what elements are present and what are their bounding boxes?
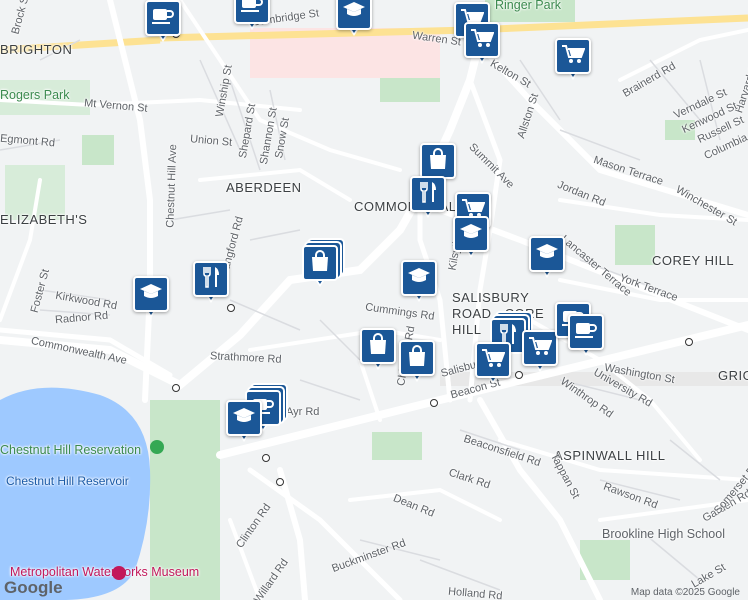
marker-box[interactable] xyxy=(302,245,338,281)
grocery-icon xyxy=(528,336,553,361)
transit-stop-icon[interactable] xyxy=(685,338,693,346)
neighborhood-label: GRIGGS PARK xyxy=(718,368,748,383)
poi-label: Brookline High School xyxy=(602,527,725,541)
marker-box[interactable] xyxy=(145,0,181,36)
map-marker[interactable] xyxy=(529,236,565,280)
map-marker[interactable] xyxy=(193,261,229,305)
cafe-icon xyxy=(152,7,174,30)
map-marker[interactable] xyxy=(410,176,446,220)
transit-stop-icon[interactable] xyxy=(172,384,180,392)
marker-box[interactable] xyxy=(568,314,604,350)
park-label: Rogers Park xyxy=(0,88,70,102)
transit-stop-icon[interactable] xyxy=(227,304,235,312)
google-logo: Google xyxy=(4,578,63,597)
map-marker[interactable] xyxy=(475,342,511,386)
transit-stop-icon[interactable] xyxy=(262,454,270,462)
marker-box[interactable] xyxy=(336,0,372,30)
map-marker[interactable] xyxy=(302,245,338,289)
school-icon xyxy=(342,1,366,24)
marker-box[interactable] xyxy=(555,38,591,74)
map-marker[interactable] xyxy=(360,328,396,372)
water-label: Chestnut Hill Reservoir xyxy=(6,474,129,488)
marker-box[interactable] xyxy=(360,328,396,364)
marker-box[interactable] xyxy=(399,340,435,376)
marker-box[interactable] xyxy=(234,0,270,24)
neighborhood-label: BRIGHTON xyxy=(0,42,73,57)
marker-box[interactable] xyxy=(401,260,437,296)
grocery-icon xyxy=(561,44,586,69)
map-marker[interactable] xyxy=(568,314,604,358)
map-marker[interactable] xyxy=(145,0,181,44)
neighborhood-label: COREY HILL xyxy=(652,253,735,268)
transit-stop-icon[interactable] xyxy=(276,478,284,486)
marker-box[interactable] xyxy=(420,143,456,179)
map-marker[interactable] xyxy=(234,0,270,32)
museum-icon xyxy=(112,566,126,580)
map-attribution: Map data ©2025 Google xyxy=(630,587,740,598)
marker-box[interactable] xyxy=(475,342,511,378)
cafe-icon xyxy=(575,321,597,344)
marker-box[interactable] xyxy=(133,276,169,312)
marker-box[interactable] xyxy=(522,330,558,366)
poi-label: Metropolitan Waterworks Museum xyxy=(10,565,200,579)
map-marker[interactable] xyxy=(336,0,372,38)
school-icon xyxy=(139,283,163,306)
restaurant-icon xyxy=(201,266,221,293)
map-marker[interactable] xyxy=(226,400,262,444)
marker-box[interactable] xyxy=(453,216,489,252)
map-marker[interactable] xyxy=(399,340,435,384)
shopping-icon xyxy=(428,147,448,175)
restaurant-icon xyxy=(418,181,438,208)
school-icon xyxy=(232,407,256,430)
marker-box[interactable] xyxy=(464,22,500,58)
marker-box[interactable] xyxy=(193,261,229,297)
grocery-icon xyxy=(481,348,506,373)
cafe-icon xyxy=(241,0,263,18)
neighborhood-label: ABERDEEN xyxy=(226,180,302,195)
grocery-icon xyxy=(470,28,495,53)
school-icon xyxy=(535,243,559,266)
neighborhood-label: ASPINWALL HILL xyxy=(554,448,666,463)
marker-box[interactable] xyxy=(226,400,262,436)
neighborhood-label: ELIZABETH'S xyxy=(0,212,88,227)
park-tree-icon xyxy=(150,440,164,454)
school-icon xyxy=(459,223,483,246)
marker-box[interactable] xyxy=(410,176,446,212)
map-marker[interactable] xyxy=(464,22,500,66)
shopping-icon xyxy=(407,344,427,372)
map-marker[interactable] xyxy=(401,260,437,304)
shopping-icon xyxy=(310,249,330,277)
park-label: Chestnut Hill Reservation xyxy=(0,443,142,457)
map-marker[interactable] xyxy=(133,276,169,320)
map-canvas[interactable]: BRIGHTON ABERDEEN COMMONWEALTH COREY HIL… xyxy=(0,0,748,600)
map-marker[interactable] xyxy=(555,38,591,82)
map-marker[interactable] xyxy=(522,330,558,374)
map-marker[interactable] xyxy=(453,216,489,260)
shopping-icon xyxy=(368,332,388,360)
park-label: Ringer Park xyxy=(495,0,561,12)
marker-box[interactable] xyxy=(529,236,565,272)
school-icon xyxy=(407,267,431,290)
street-label: Ayr Rd xyxy=(286,406,320,418)
transit-stop-icon[interactable] xyxy=(430,399,438,407)
